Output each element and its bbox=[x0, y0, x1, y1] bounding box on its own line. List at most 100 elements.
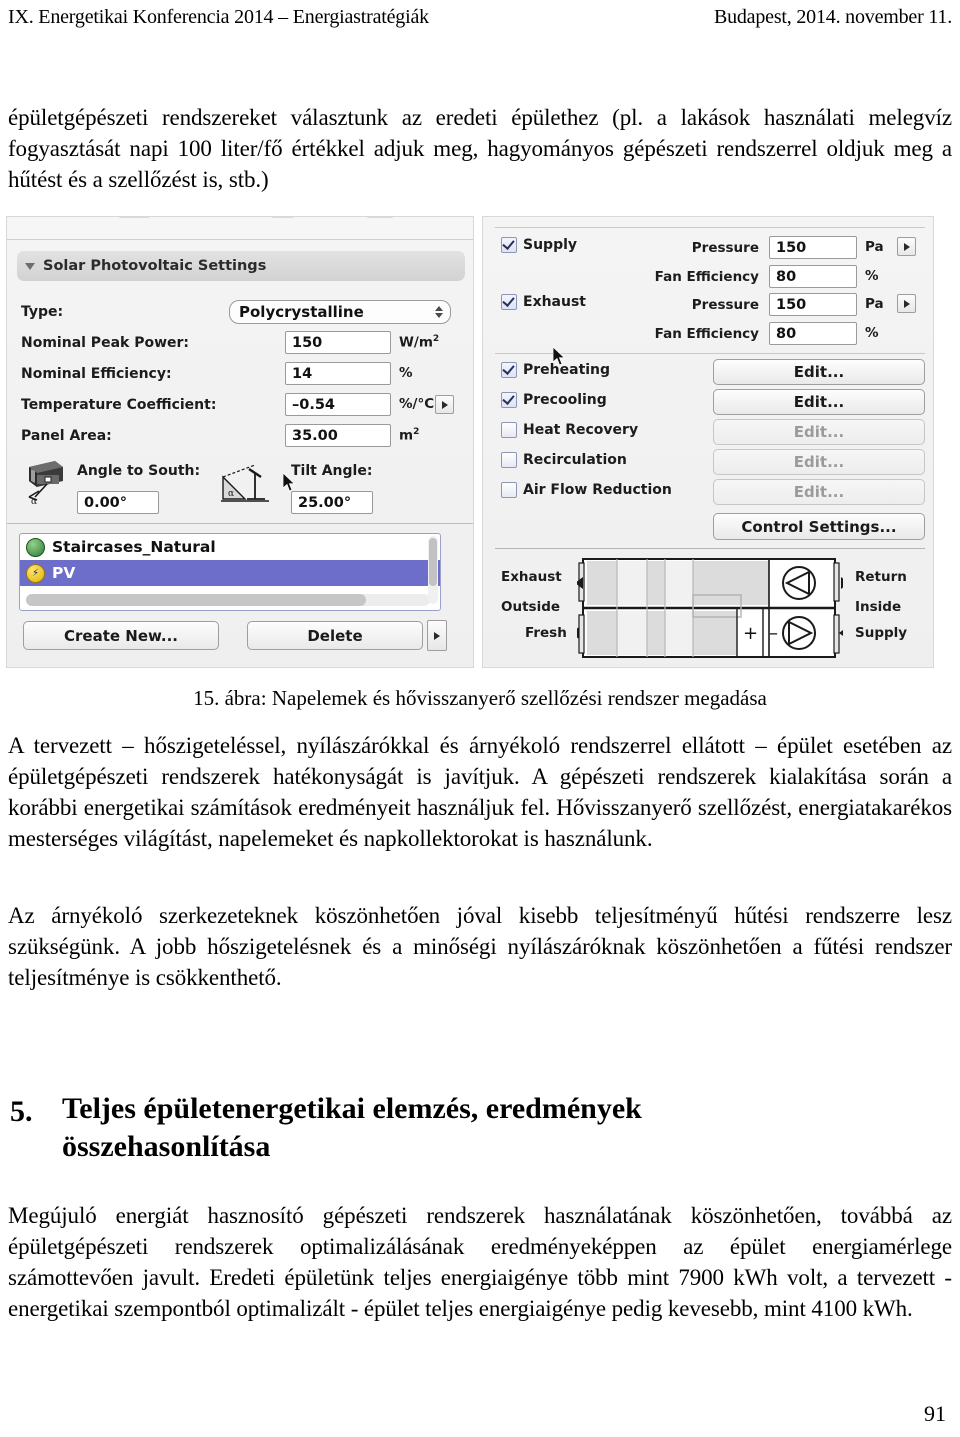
field-row-panel-area: Panel Area: bbox=[21, 421, 461, 450]
checkbox-icon[interactable] bbox=[501, 482, 517, 498]
unit-panel-area: m2 bbox=[399, 427, 420, 444]
checkbox-heat-recovery[interactable]: Heat Recovery bbox=[501, 422, 638, 438]
checkbox-recirculation[interactable]: Recirculation bbox=[501, 452, 627, 468]
nominal-peak-power-input[interactable]: 150 bbox=[285, 331, 391, 354]
edit-precooling-button[interactable]: Edit... bbox=[713, 389, 925, 415]
chevron-updown-icon[interactable] bbox=[435, 306, 443, 318]
supply-pressure-value: 150 bbox=[776, 239, 807, 256]
solar-pv-group-header[interactable]: Solar Photovoltaic Settings bbox=[17, 251, 465, 281]
checkbox-icon[interactable] bbox=[501, 452, 517, 468]
section-title-line2: összehasonlítása bbox=[62, 1130, 271, 1163]
checkmark-icon[interactable] bbox=[501, 392, 517, 408]
diagram-label-fresh: Fresh bbox=[525, 625, 567, 641]
running-head-right: Budapest, 2014. november 11. bbox=[713, 6, 952, 28]
exhaust-pressure-expand-button[interactable] bbox=[897, 294, 916, 313]
more-options-button[interactable] bbox=[427, 620, 447, 651]
crop-fragment-1 bbox=[119, 217, 149, 218]
supply-fan-efficiency-input[interactable]: 80 bbox=[769, 265, 857, 288]
control-settings-button-label: Control Settings... bbox=[741, 517, 897, 536]
label-panel-area: Panel Area: bbox=[21, 427, 112, 444]
figure-15-screenshot: Solar Photovoltaic Settings Type: Polycr… bbox=[6, 216, 934, 668]
section-title-line1: Teljes épületenergetikai elemzés, eredmé… bbox=[62, 1092, 642, 1125]
mouse-cursor-icon bbox=[283, 473, 296, 492]
type-dropdown[interactable]: Polycrystalline bbox=[229, 300, 451, 324]
list-horizontal-scrollbar[interactable] bbox=[26, 594, 430, 606]
diagram-label-supply: Supply bbox=[855, 625, 908, 641]
edit-preheating-label: Edit... bbox=[793, 363, 845, 381]
checkmark-icon[interactable] bbox=[501, 362, 517, 378]
delete-button-label: Delete bbox=[307, 626, 363, 645]
unit-exhaust-pressure: Pa bbox=[865, 296, 884, 312]
control-settings-button[interactable]: Control Settings... bbox=[713, 513, 925, 540]
checkbox-supply[interactable]: Supply bbox=[501, 237, 577, 253]
page-title: Teljes épületenergetikai elemzés, eredmé… bbox=[62, 1090, 952, 1166]
svg-text:–: – bbox=[769, 623, 778, 644]
supply-pressure-expand-button[interactable] bbox=[897, 237, 916, 256]
list-item[interactable]: ⚡ PV bbox=[20, 560, 440, 586]
edit-air-flow-reduction-label: Edit... bbox=[793, 483, 845, 501]
yellow-bolt-icon: ⚡ bbox=[26, 563, 45, 583]
label-nominal-peak-power: Nominal Peak Power: bbox=[21, 334, 190, 351]
running-head-left: IX. Energetikai Konferencia 2014 – Energ… bbox=[8, 6, 429, 28]
svg-text:α: α bbox=[228, 489, 234, 499]
label-supply-fan-efficiency: Fan Efficiency bbox=[654, 269, 759, 285]
unit-temperature-coefficient: %/°C bbox=[399, 396, 435, 412]
tilt-angle-value: 25.00° bbox=[298, 494, 352, 511]
label-exhaust-fan-efficiency: Fan Efficiency bbox=[654, 326, 759, 342]
label-supply-pressure: Pressure bbox=[691, 240, 759, 256]
temperature-coefficient-expand-button[interactable] bbox=[435, 395, 454, 414]
checkbox-exhaust[interactable]: Exhaust bbox=[501, 294, 586, 310]
diagram-label-exhaust: Exhaust bbox=[501, 569, 562, 585]
angle-to-south-input[interactable]: 0.00° bbox=[77, 491, 159, 514]
temperature-coefficient-value: –0.54 bbox=[292, 396, 336, 413]
checkmark-icon[interactable] bbox=[501, 237, 517, 253]
crop-fragment-2 bbox=[272, 217, 294, 218]
nominal-efficiency-input[interactable]: 14 bbox=[285, 362, 391, 385]
checkbox-preheating-label: Preheating bbox=[523, 362, 611, 378]
nominal-peak-power-value: 150 bbox=[292, 334, 323, 351]
checkbox-air-flow-reduction[interactable]: Air Flow Reduction bbox=[501, 482, 672, 498]
unit-exhaust-fan-efficiency: % bbox=[865, 325, 879, 341]
label-angle-to-south: Angle to South: bbox=[77, 463, 201, 479]
checkmark-icon[interactable] bbox=[501, 294, 517, 310]
field-row-nominal-peak-power: Nominal Peak Power: bbox=[21, 328, 461, 357]
systems-list[interactable]: Staircases_Natural ⚡ PV bbox=[19, 533, 441, 611]
document-page: IX. Energetikai Konferencia 2014 – Energ… bbox=[0, 0, 960, 1437]
list-vertical-scrollbar[interactable] bbox=[428, 536, 438, 604]
checkbox-precooling-label: Precooling bbox=[523, 392, 607, 408]
green-globe-icon bbox=[26, 537, 45, 557]
supply-pressure-input[interactable]: 150 bbox=[769, 236, 857, 259]
paragraph-shading: Az árnyékoló szerkezeteknek köszönhetően… bbox=[8, 903, 952, 990]
edit-heat-recovery-button: Edit... bbox=[713, 419, 925, 445]
field-row-nominal-efficiency: Nominal Efficiency: bbox=[21, 359, 461, 388]
running-head: IX. Energetikai Konferencia 2014 – Energ… bbox=[0, 6, 960, 29]
angle-to-south-value: 0.00° bbox=[84, 494, 128, 511]
panel-area-input[interactable]: 35.00 bbox=[285, 424, 391, 447]
disclosure-triangle-icon[interactable] bbox=[25, 262, 35, 270]
field-row-temperature-coefficient: Temperature Coefficient: bbox=[21, 390, 461, 419]
paragraph-results: Megújuló energiát hasznosító gépészeti r… bbox=[8, 1203, 952, 1321]
delete-button[interactable]: Delete bbox=[247, 621, 423, 650]
list-item-label: PV bbox=[52, 564, 76, 582]
checkbox-recirculation-label: Recirculation bbox=[523, 452, 627, 468]
checkbox-precooling[interactable]: Precooling bbox=[501, 392, 607, 408]
edit-preheating-button[interactable]: Edit... bbox=[713, 359, 925, 385]
solar-pv-group-title: Solar Photovoltaic Settings bbox=[43, 258, 267, 274]
checkbox-icon[interactable] bbox=[501, 422, 517, 438]
edit-air-flow-reduction-button: Edit... bbox=[713, 479, 925, 505]
list-item[interactable]: Staircases_Natural bbox=[20, 534, 440, 560]
section-divider-diagram bbox=[495, 548, 925, 549]
air-handling-unit-diagram: + – bbox=[577, 558, 843, 658]
exhaust-fan-efficiency-input[interactable]: 80 bbox=[769, 322, 857, 345]
ventilation-settings-panel: Supply Pressure 150 Pa Fan Efficiency 80… bbox=[482, 216, 934, 668]
temperature-coefficient-input[interactable]: –0.54 bbox=[285, 393, 391, 416]
exhaust-fan-efficiency-value: 80 bbox=[776, 325, 797, 342]
create-new-button-label: Create New... bbox=[64, 626, 178, 645]
solar-pv-settings-panel: Solar Photovoltaic Settings Type: Polycr… bbox=[6, 216, 474, 668]
create-new-button[interactable]: Create New... bbox=[23, 621, 219, 650]
checkbox-preheating[interactable]: Preheating bbox=[501, 362, 610, 378]
type-dropdown-value: Polycrystalline bbox=[239, 303, 364, 321]
checkbox-air-flow-reduction-label: Air Flow Reduction bbox=[523, 482, 672, 498]
exhaust-pressure-input[interactable]: 150 bbox=[769, 293, 857, 316]
tilt-angle-input[interactable]: 25.00° bbox=[291, 491, 373, 514]
